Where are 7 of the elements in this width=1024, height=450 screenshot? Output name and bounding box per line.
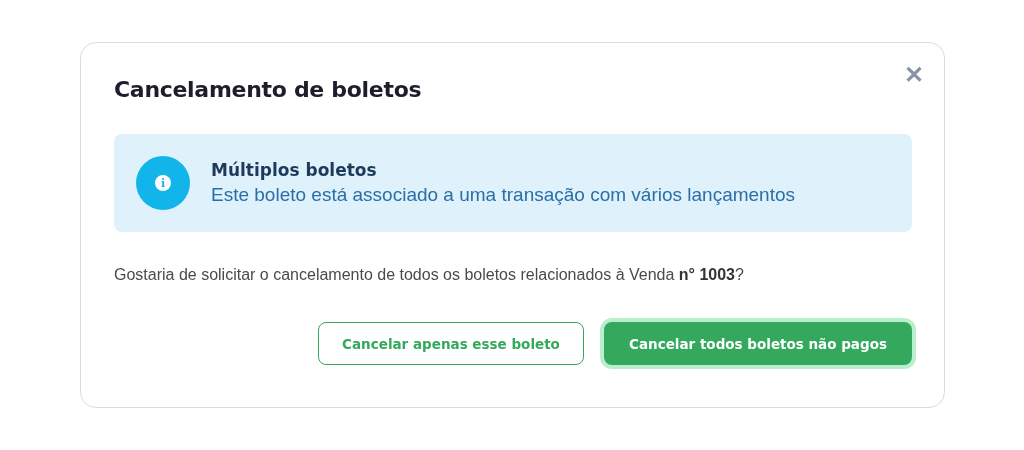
info-icon: i: [136, 156, 190, 210]
alert-message: Este boleto está associado a uma transação com vários lançamentos: [211, 184, 796, 206]
close-button[interactable]: ✕: [904, 63, 924, 87]
alert-title: Múltiplos boletos: [211, 160, 378, 180]
confirmation-question: Gostaria de solicitar o cancelamento de todos os boletos relacionados à Venda n° 1003?: [114, 266, 745, 284]
cancel-button[interactable]: Cancelar apenas esse boleto: [318, 322, 584, 365]
dialog-title: Cancelamento de boletos: [114, 77, 422, 102]
